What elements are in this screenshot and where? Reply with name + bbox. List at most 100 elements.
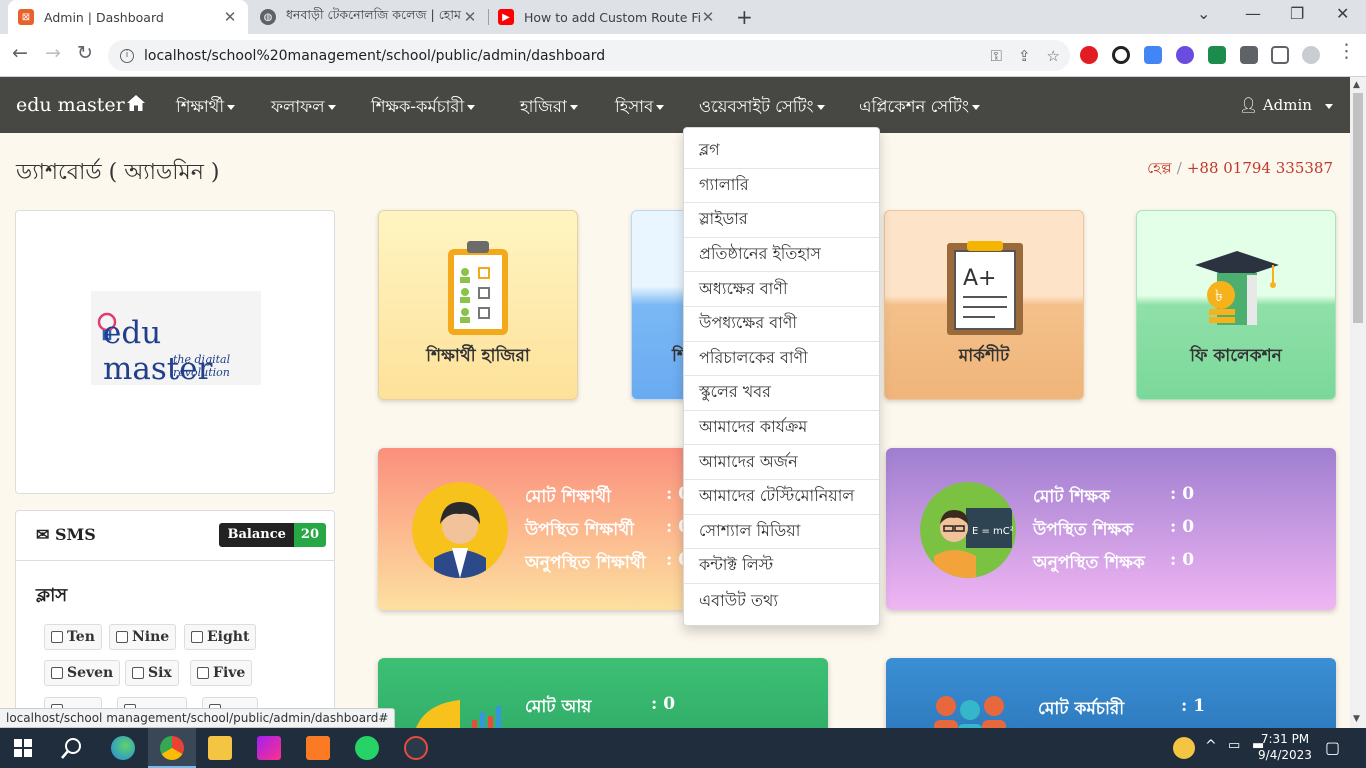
key-icon[interactable]: ⚿	[991, 47, 1002, 65]
checkbox[interactable]	[197, 667, 209, 679]
stat-row-present-students: উপস্থিত শিক্ষার্থী: 0	[525, 517, 690, 545]
logo-tagline: the digital revolution	[173, 353, 231, 379]
dropdown-item-principal-message[interactable]: অধ্যক্ষের বাণী	[684, 272, 879, 307]
dropdown-item-gallery[interactable]: গ্যালারি	[684, 169, 879, 204]
help-tray-icon[interactable]	[1173, 737, 1195, 759]
class-checkbox-five[interactable]: Five	[190, 660, 253, 686]
windows-start-icon[interactable]	[14, 739, 32, 757]
translate-extension-icon[interactable]	[1144, 46, 1162, 64]
scroll-up-icon[interactable]: ▲	[1353, 80, 1360, 90]
nav-attendance[interactable]: হাজিরা	[520, 94, 578, 121]
checkbox[interactable]	[51, 667, 63, 679]
app-icon[interactable]	[404, 736, 428, 760]
tile-marksheet[interactable]: A+ মার্কশীট	[884, 210, 1084, 400]
class-checkbox-eight[interactable]: Eight	[184, 624, 257, 650]
dropdown-item-activities[interactable]: আমাদের কার্যক্রম	[684, 411, 879, 446]
tab-college-home[interactable]: ◍ ধনবাড়ী টেকনোলজি কলেজ | হোম ✕	[250, 0, 488, 34]
tab-search-chevron-icon[interactable]: ⌄	[1197, 4, 1210, 23]
scroll-down-icon[interactable]: ▼	[1353, 714, 1360, 724]
opera-extension-icon[interactable]	[1080, 46, 1098, 64]
nav-accounts[interactable]: হিসাব	[615, 94, 665, 121]
nav-website-settings[interactable]: ওয়েবসাইট সেটিং	[699, 94, 825, 121]
bookmark-star-icon[interactable]: ☆	[1047, 47, 1060, 65]
dropdown-item-contact-list[interactable]: কন্টাক্ট লিস্ট	[684, 549, 879, 584]
site-info-icon[interactable]: i	[120, 48, 134, 63]
side-panel-icon[interactable]	[1271, 46, 1289, 64]
share-icon[interactable]: ⇪	[1018, 47, 1031, 65]
nav-application-settings[interactable]: এপ্লিকেশন সেটিং	[859, 94, 980, 121]
sms-label: SMS	[54, 525, 96, 544]
eye-extension-icon[interactable]	[1112, 46, 1130, 64]
checkbox[interactable]	[191, 631, 203, 643]
dropdown-item-vice-principal-message[interactable]: উপধ্যক্ষের বাণী	[684, 307, 879, 342]
clock[interactable]: 7:31 PM 9/4/2023	[1252, 732, 1318, 762]
xampp-icon[interactable]	[306, 736, 330, 760]
dropdown-item-blog[interactable]: ব্লগ	[684, 134, 879, 169]
nav-teachers-staff[interactable]: শিক্ষক-কর্মচারী	[371, 94, 476, 121]
nav-students[interactable]: শিক্ষার্থী	[176, 94, 236, 121]
globe-icon: ◍	[260, 9, 276, 25]
reload-icon[interactable]: ↻	[77, 42, 93, 64]
address-bar[interactable]: i localhost/school%20management/school/p…	[108, 40, 1070, 71]
whatsapp-icon[interactable]	[355, 736, 379, 760]
stat-label: মোট শিক্ষার্থী	[525, 487, 611, 507]
dropdown-item-director-message[interactable]: পরিচালকের বাণী	[684, 342, 879, 377]
dropdown-item-testimonials[interactable]: আমাদের টেস্টিমোনিয়াল	[684, 480, 879, 515]
new-tab-icon[interactable]: +	[736, 5, 753, 29]
brand-link[interactable]: edu master	[16, 94, 125, 116]
color-extension-icon[interactable]	[1176, 46, 1194, 64]
caret-down-icon	[656, 105, 665, 110]
restore-icon[interactable]: ❐	[1290, 4, 1304, 23]
page-scrollbar[interactable]: ▲ ▼	[1350, 77, 1366, 728]
page-viewport: edu master শিক্ষার্থী ফলাফল শিক্ষক-কর্মচ…	[0, 77, 1350, 728]
nav-results[interactable]: ফলাফল	[271, 94, 336, 121]
dropdown-item-social-media[interactable]: সোশ্যাল মিডিয়া	[684, 515, 879, 550]
stat-row-total-staff: মোট কর্মচারী: 1	[1038, 696, 1205, 724]
tile-student-attendance[interactable]: শিক্ষার্থী হাজিরা	[378, 210, 578, 400]
separator: /	[1176, 159, 1182, 177]
file-explorer-icon[interactable]	[208, 736, 232, 760]
tile-label: মার্কশীট	[958, 346, 1010, 366]
class-checkbox-six[interactable]: Six	[125, 660, 179, 686]
extensions-puzzle-icon[interactable]	[1240, 46, 1258, 64]
tab-admin-dashboard[interactable]: ⊠ Admin | Dashboard ✕	[8, 0, 248, 34]
profile-avatar-icon[interactable]	[1302, 46, 1320, 64]
dropdown-item-about-info[interactable]: এবাউট তথ্য	[684, 584, 879, 619]
edge-browser-icon[interactable]	[111, 736, 135, 760]
tile-fee-collection[interactable]: ৳ ফি কালেকশন	[1136, 210, 1336, 400]
phpstorm-icon[interactable]	[257, 736, 281, 760]
class-checkbox-seven[interactable]: Seven	[44, 660, 121, 686]
vue-extension-icon[interactable]	[1208, 46, 1226, 64]
class-checkbox-ten[interactable]: Ten	[44, 624, 102, 650]
tab-youtube-video[interactable]: ▶ How to add Custom Route File In ✕	[488, 0, 726, 34]
class-checkbox-nine[interactable]: Nine	[109, 624, 177, 650]
help-link[interactable]: হেল্প	[1147, 159, 1172, 177]
home-icon[interactable]	[126, 94, 146, 112]
nav-label: শিক্ষার্থী	[176, 97, 225, 116]
dropdown-item-history[interactable]: প্রতিষ্ঠানের ইতিহাস	[684, 238, 879, 273]
notification-icon[interactable]: ▢	[1325, 738, 1340, 757]
minimize-icon[interactable]: —	[1245, 4, 1261, 23]
back-icon[interactable]: ←	[12, 42, 28, 64]
user-menu[interactable]: 👤︎ Admin	[1239, 96, 1333, 114]
chevron-up-icon[interactable]: ^	[1205, 738, 1217, 754]
stat-value: : 1	[1181, 696, 1206, 716]
dropdown-item-achievements[interactable]: আমাদের অর্জন	[684, 445, 879, 480]
checkbox[interactable]	[51, 631, 63, 643]
browser-menu-icon[interactable]: ⋮	[1337, 40, 1356, 62]
youtube-icon: ▶	[498, 9, 514, 25]
dropdown-item-slider[interactable]: স্লাইডার	[684, 203, 879, 238]
nav-label: ফলাফল	[271, 97, 325, 116]
scrollbar-thumb[interactable]	[1353, 93, 1363, 323]
close-window-icon[interactable]: ✕	[1336, 4, 1349, 23]
checkbox[interactable]	[132, 667, 144, 679]
close-tab-icon[interactable]: ✕	[462, 8, 478, 26]
forward-icon[interactable]: →	[45, 42, 61, 64]
chrome-browser-icon[interactable]	[160, 736, 184, 760]
checkbox[interactable]	[116, 631, 128, 643]
search-icon[interactable]	[61, 737, 83, 759]
close-tab-icon[interactable]: ✕	[222, 8, 238, 26]
close-tab-icon[interactable]: ✕	[700, 8, 716, 26]
dropdown-item-school-news[interactable]: স্কুলের খবর	[684, 376, 879, 411]
battery-icon[interactable]: ▭	[1228, 738, 1240, 753]
